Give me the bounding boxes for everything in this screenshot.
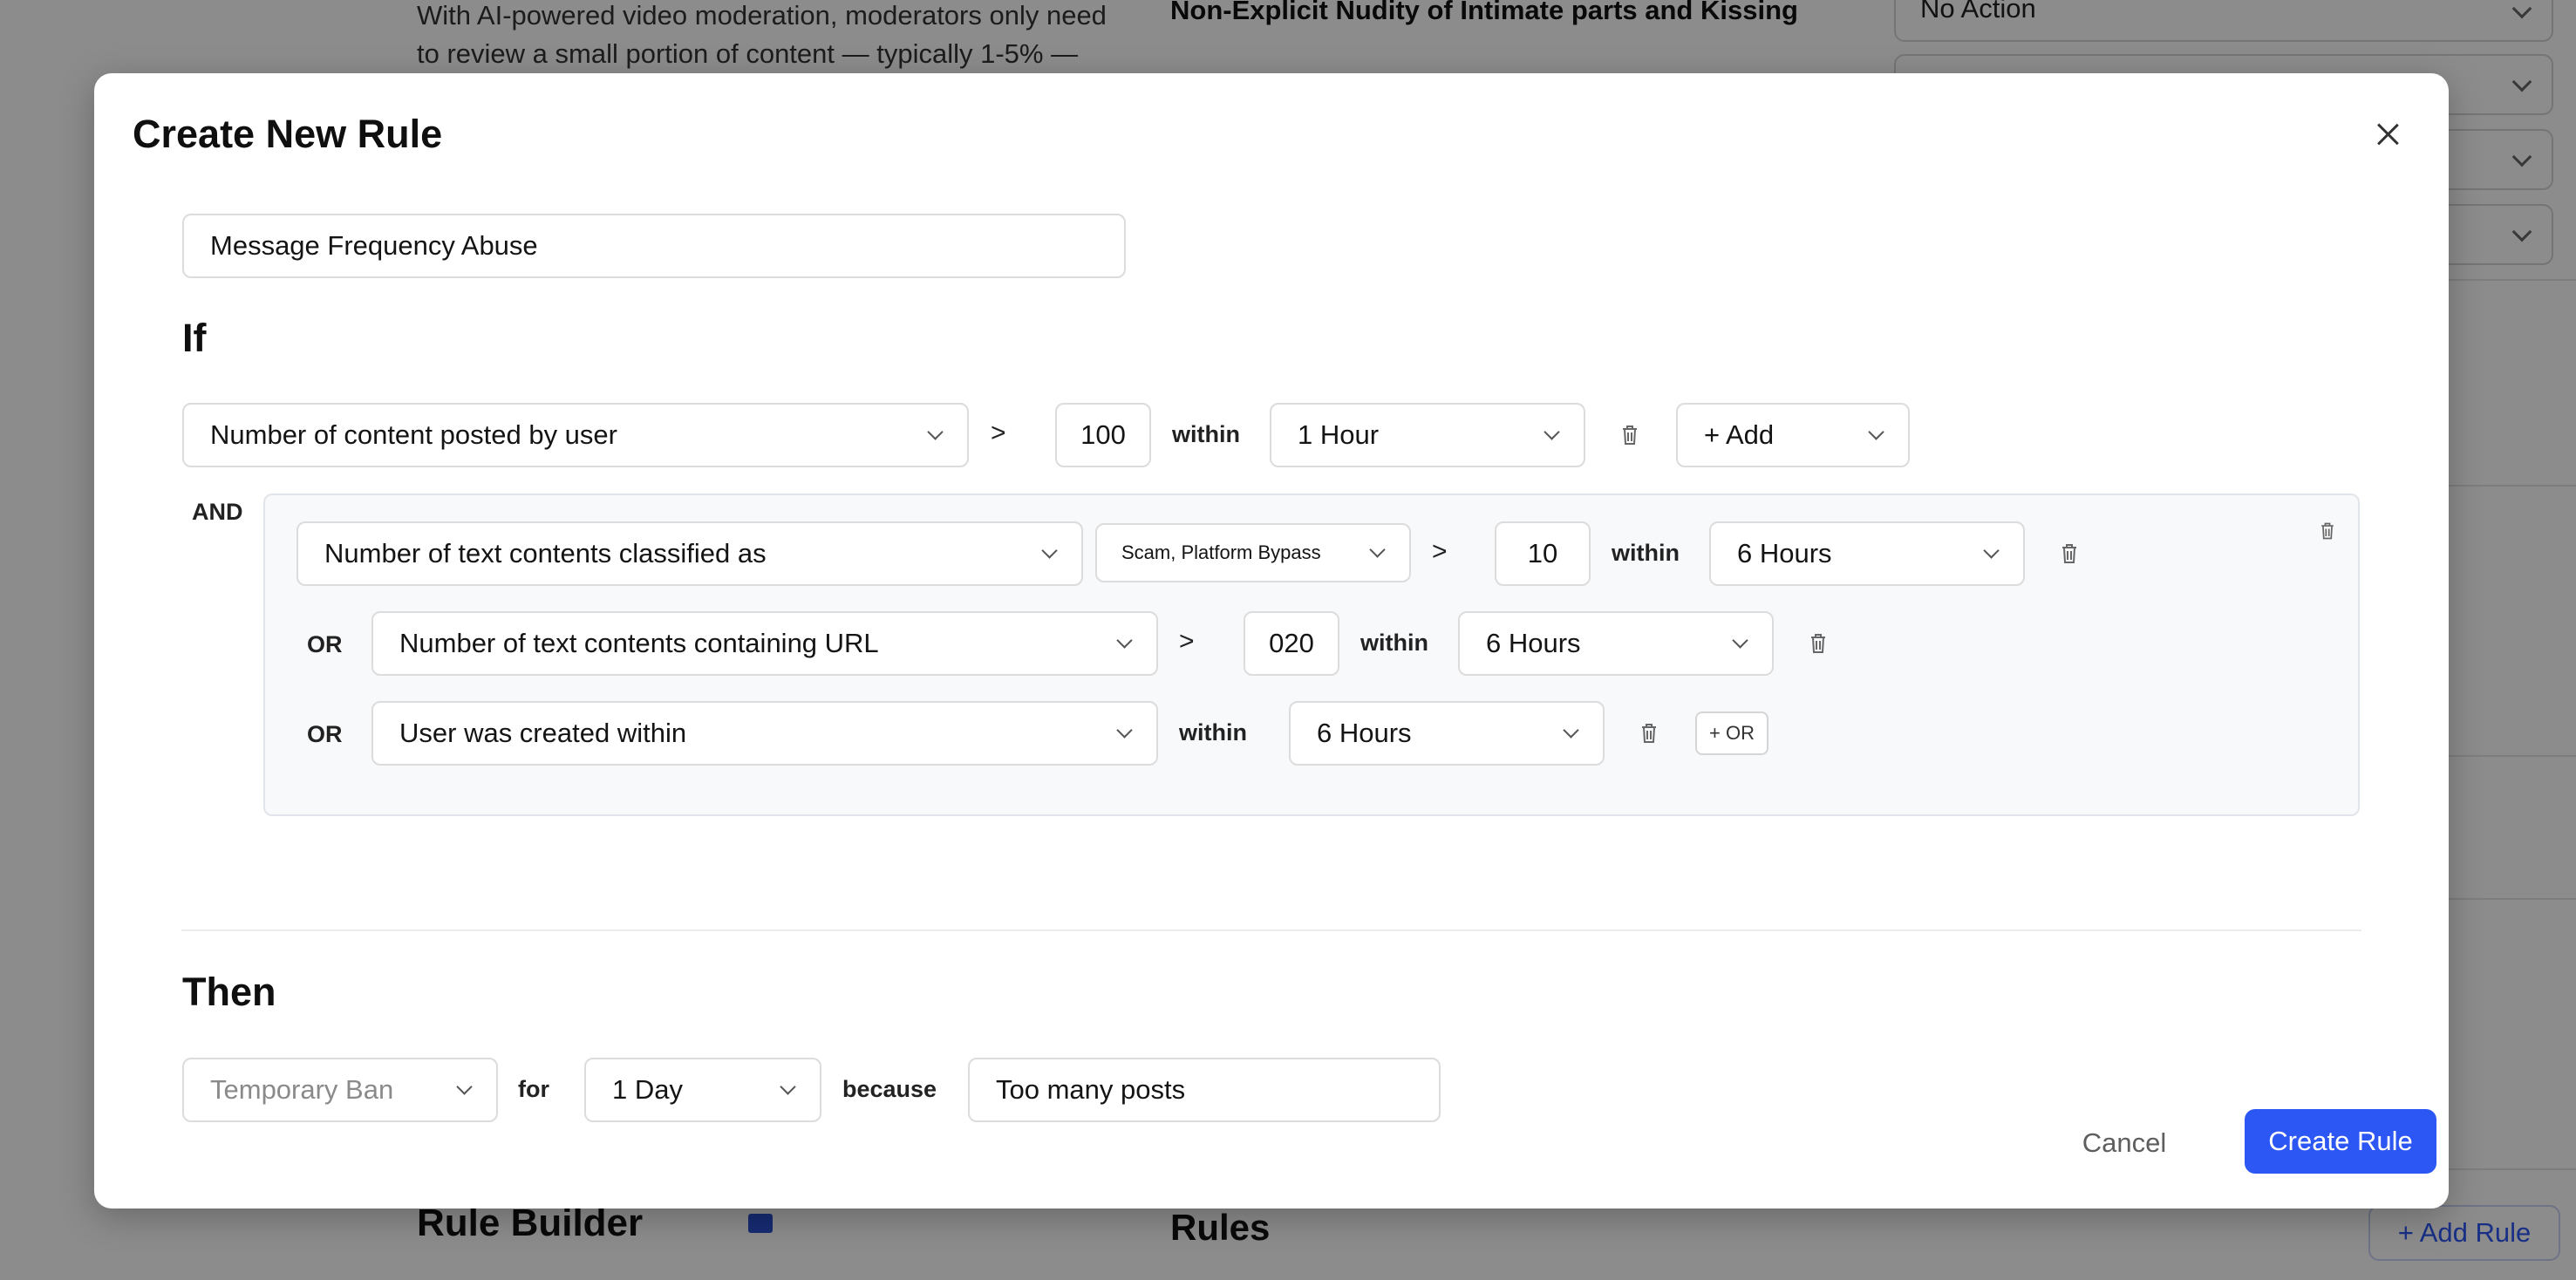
within-label: within [1172, 421, 1240, 447]
threshold-input[interactable]: 10 [1495, 521, 1591, 586]
greater-than-operator: > [1179, 627, 1195, 656]
action-type-select[interactable]: Temporary Ban [182, 1058, 498, 1122]
create-rule-button[interactable]: Create Rule [2245, 1109, 2436, 1174]
group-metric-value: User was created within [399, 718, 687, 748]
chevron-down-icon [456, 1079, 473, 1095]
condition-group: Number of text contents classified as Sc… [263, 494, 2360, 816]
trash-icon[interactable] [1620, 424, 1639, 446]
chevron-down-icon [1116, 632, 1133, 649]
period-value: 6 Hours [1737, 538, 1832, 569]
trash-icon[interactable] [2060, 542, 2079, 565]
condition-metric-select[interactable]: Number of content posted by user [182, 403, 969, 467]
period-select[interactable]: 6 Hours [1289, 701, 1605, 766]
chevron-down-icon [780, 1079, 796, 1095]
chevron-down-icon [1544, 424, 1560, 440]
classification-value: Scam, Platform Bypass [1121, 541, 1321, 563]
chevron-down-icon [1116, 722, 1133, 739]
condition-metric-value: Number of content posted by user [210, 419, 617, 450]
group-metric-value: Number of text contents classified as [324, 538, 767, 569]
within-label: within [1360, 630, 1428, 656]
create-rule-modal: Create New Rule Message Frequency Abuse … [94, 73, 2449, 1209]
action-type-value: Temporary Ban [210, 1074, 394, 1105]
reason-input[interactable]: Too many posts [968, 1058, 1441, 1122]
and-label: AND [192, 499, 243, 525]
trash-icon[interactable] [2320, 521, 2336, 541]
trash-icon[interactable] [1809, 632, 1828, 655]
chevron-down-icon [927, 424, 944, 440]
then-heading: Then [182, 970, 276, 1014]
greater-than-operator: > [991, 419, 1006, 447]
duration-value: 1 Day [612, 1074, 683, 1105]
period-select[interactable]: 1 Hour [1270, 403, 1585, 467]
group-metric-select[interactable]: Number of text contents containing URL [371, 611, 1158, 676]
modal-title: Create New Rule [133, 112, 443, 156]
chevron-down-icon [1983, 542, 2000, 559]
add-condition-label: + Add [1704, 419, 1775, 450]
within-label: within [1179, 719, 1247, 746]
chevron-down-icon [1563, 722, 1579, 739]
add-condition-select[interactable]: + Add [1676, 403, 1910, 467]
group-metric-select[interactable]: Number of text contents classified as [296, 521, 1083, 586]
threshold-input[interactable]: 020 [1244, 611, 1339, 676]
section-divider [181, 929, 2361, 931]
cancel-button[interactable]: Cancel [2067, 1111, 2182, 1175]
period-select[interactable]: 6 Hours [1458, 611, 1774, 676]
close-icon[interactable] [2375, 122, 2400, 146]
within-label: within [1612, 540, 1680, 566]
group-metric-value: Number of text contents containing URL [399, 628, 879, 658]
classification-select[interactable]: Scam, Platform Bypass [1095, 523, 1411, 582]
period-value: 6 Hours [1317, 718, 1412, 748]
if-heading: If [182, 316, 207, 360]
rule-name-input[interactable]: Message Frequency Abuse [182, 214, 1126, 278]
greater-than-operator: > [1432, 537, 1448, 566]
add-or-button[interactable]: + OR [1695, 711, 1768, 755]
or-label: OR [307, 631, 343, 657]
or-label: OR [307, 721, 343, 747]
duration-select[interactable]: 1 Day [584, 1058, 821, 1122]
trash-icon[interactable] [1639, 722, 1659, 745]
period-select[interactable]: 6 Hours [1709, 521, 2025, 586]
period-value: 6 Hours [1486, 628, 1581, 658]
group-metric-select[interactable]: User was created within [371, 701, 1158, 766]
because-label: because [842, 1076, 937, 1102]
chevron-down-icon [1868, 424, 1884, 440]
threshold-input[interactable]: 100 [1055, 403, 1151, 467]
for-label: for [518, 1076, 549, 1102]
chevron-down-icon [1041, 542, 1058, 559]
period-value: 1 Hour [1298, 419, 1380, 450]
chevron-down-icon [1369, 541, 1386, 558]
chevron-down-icon [1732, 632, 1748, 649]
